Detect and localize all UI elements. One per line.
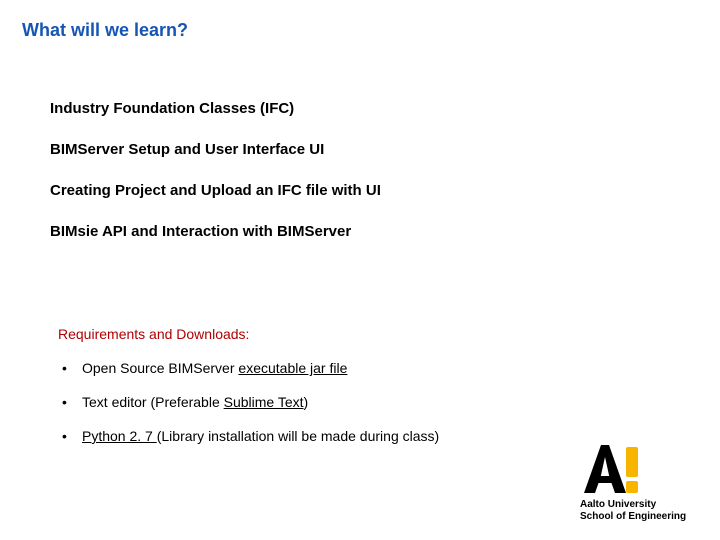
list-item: Text editor (Preferable Sublime Text) — [58, 394, 640, 410]
excl-bar — [626, 447, 638, 477]
topic-item: Industry Foundation Classes (IFC) — [50, 100, 660, 117]
excl-dot — [626, 481, 638, 493]
letter-a-icon — [582, 443, 628, 495]
exclamation-icon — [626, 447, 640, 495]
topic-item: BIMServer Setup and User Interface UI — [50, 141, 660, 158]
logo-line-2: School of Engineering — [580, 511, 700, 523]
slide-title: What will we learn? — [22, 20, 188, 41]
aalto-logo: Aalto University School of Engineering — [580, 443, 700, 522]
topic-item: BIMsie API and Interaction with BIMServe… — [50, 223, 660, 240]
logo-line-1: Aalto University — [580, 499, 700, 511]
slide: What will we learn? Industry Foundation … — [0, 0, 720, 540]
topics-block: Industry Foundation Classes (IFC) BIMSer… — [50, 100, 660, 264]
req-text: Text editor (Preferable — [82, 394, 224, 410]
requirements-heading: Requirements and Downloads: — [58, 326, 640, 342]
req-link[interactable]: Python 2. 7 — [82, 428, 157, 444]
requirements-list: Open Source BIMServer executable jar fil… — [58, 360, 640, 444]
req-text: (Library installation will be made durin… — [157, 428, 439, 444]
logo-mark — [582, 443, 642, 495]
logo-text: Aalto University School of Engineering — [580, 499, 700, 522]
req-text: ) — [304, 394, 309, 410]
list-item: Python 2. 7 (Library installation will b… — [58, 428, 640, 444]
req-link[interactable]: executable jar file — [238, 360, 347, 376]
req-text: Open Source BIMServer — [82, 360, 238, 376]
requirements-block: Requirements and Downloads: Open Source … — [58, 326, 640, 462]
topic-item: Creating Project and Upload an IFC file … — [50, 182, 660, 199]
req-link[interactable]: Sublime Text — [224, 394, 304, 410]
list-item: Open Source BIMServer executable jar fil… — [58, 360, 640, 376]
